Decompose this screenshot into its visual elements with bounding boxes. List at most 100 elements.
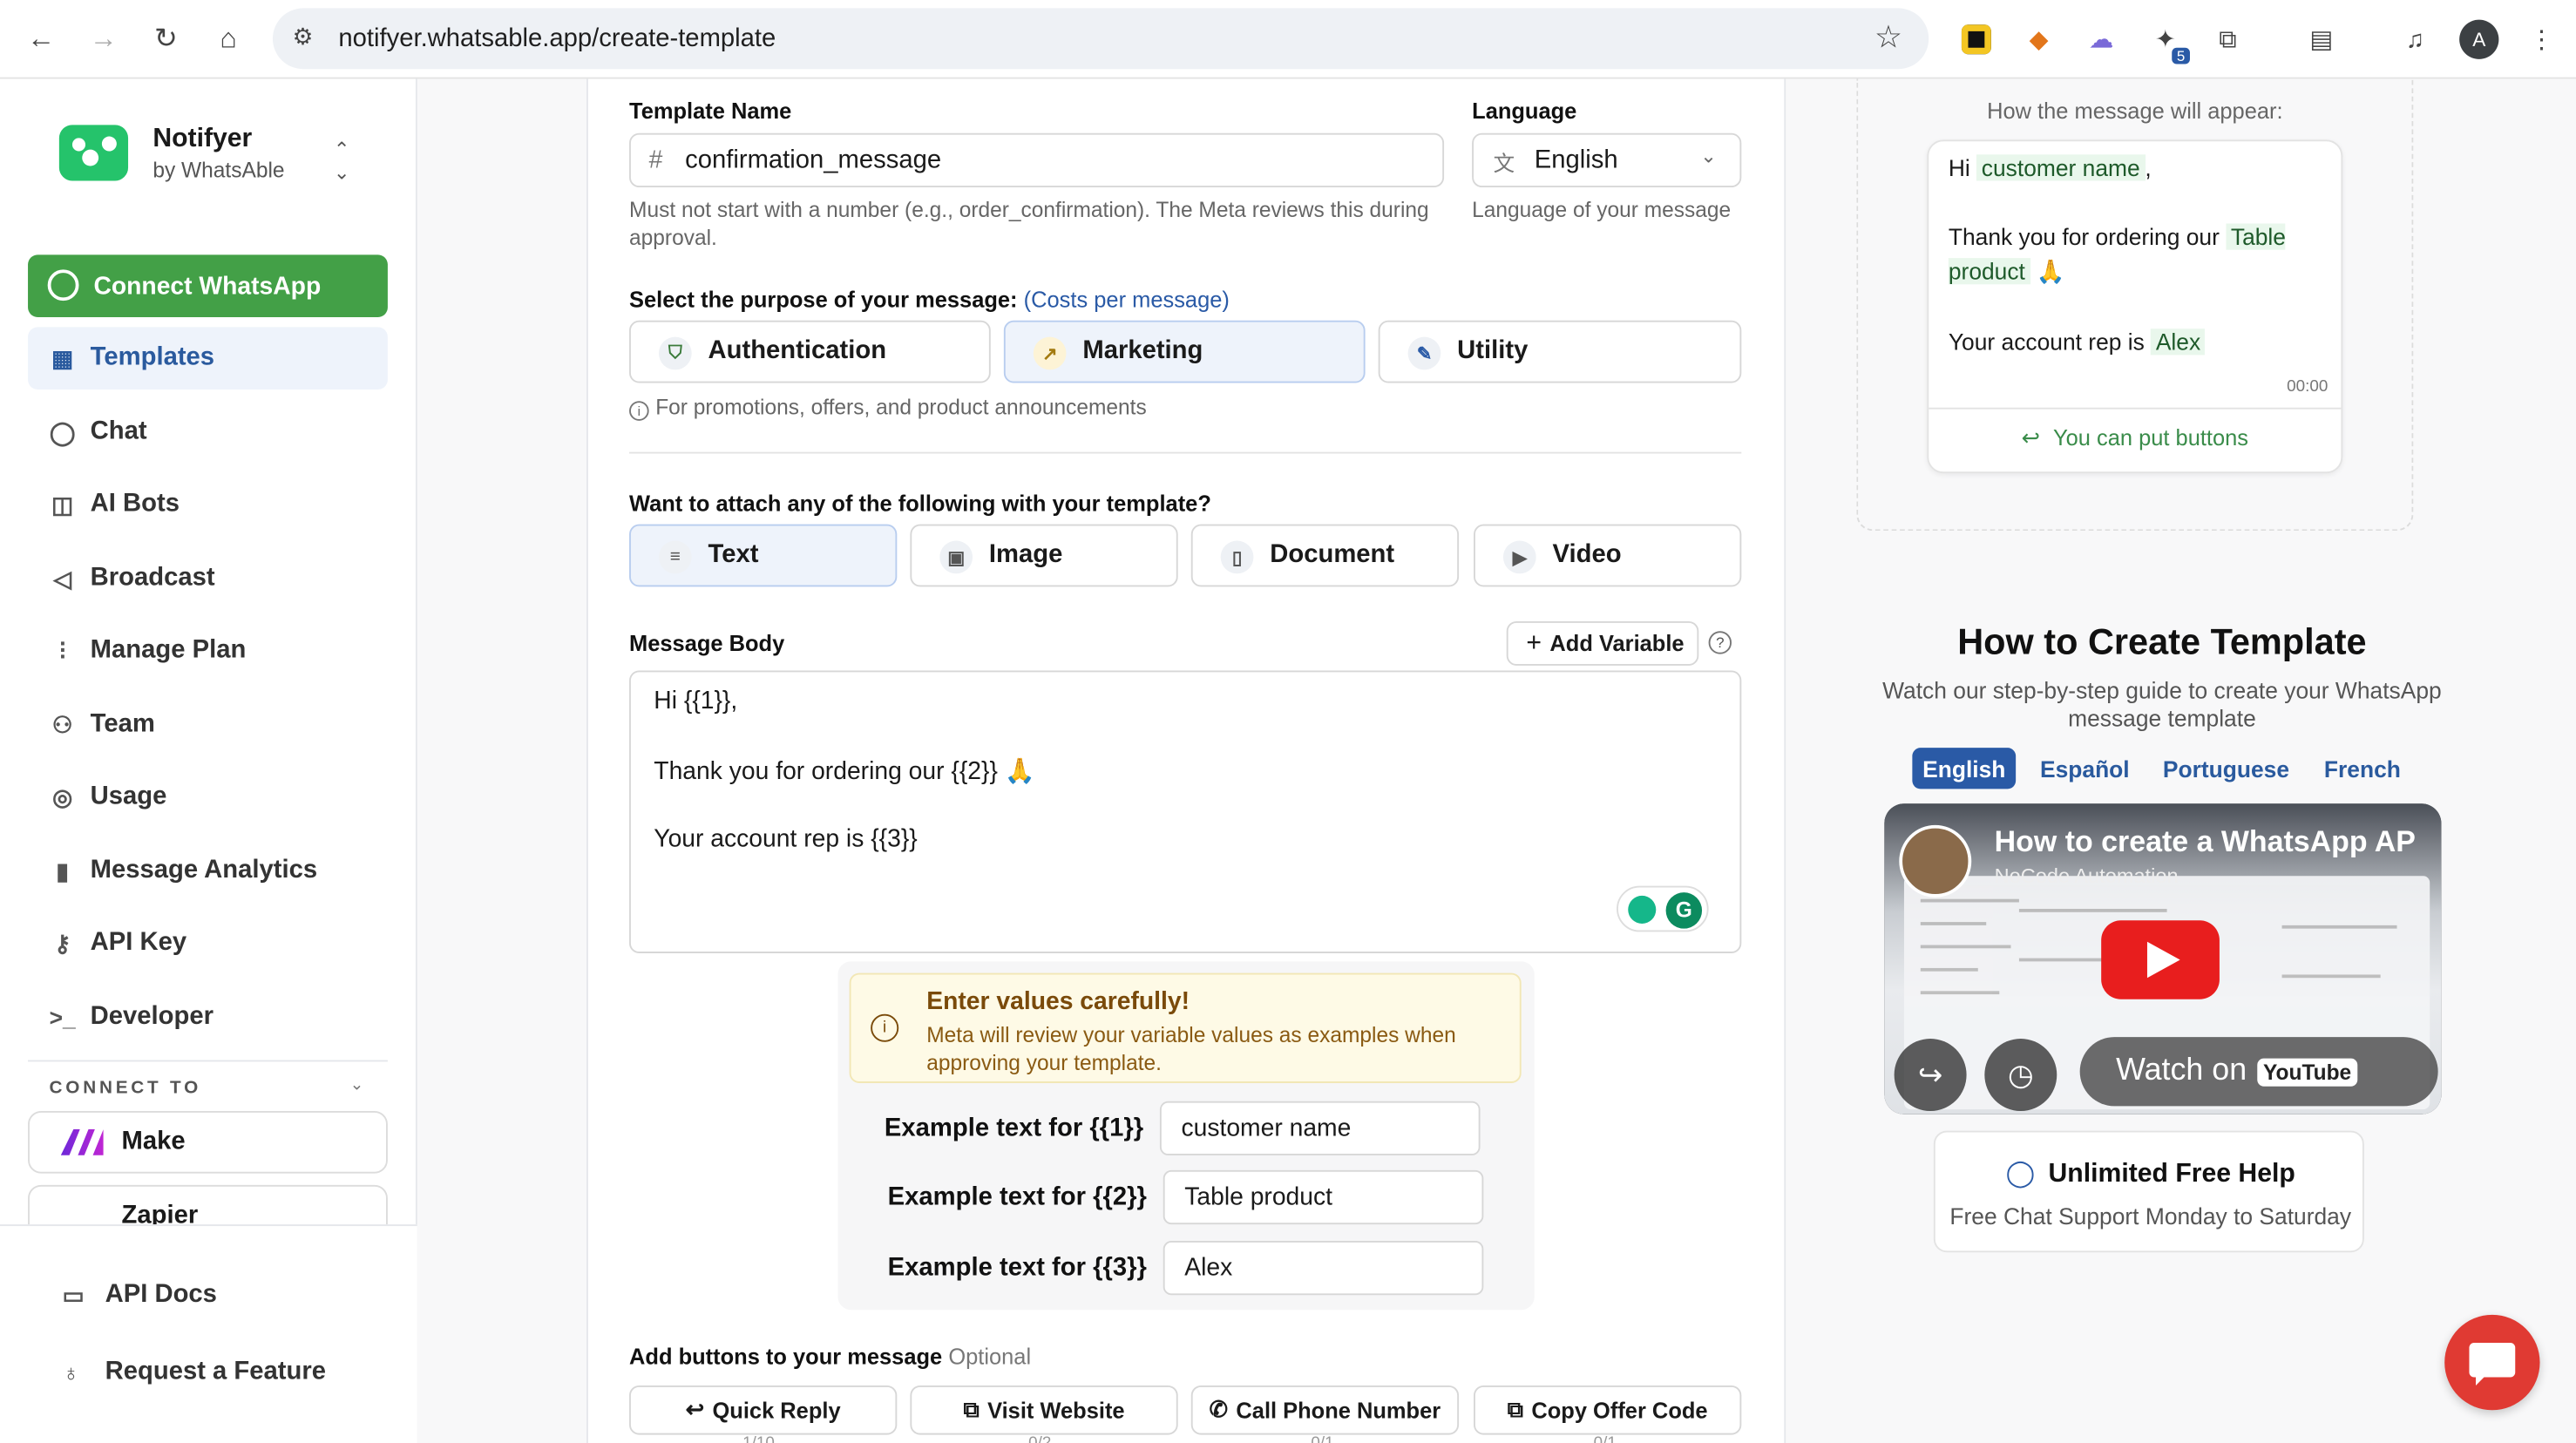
reply-icon: ↩ [685, 1397, 705, 1422]
button-label: Visit Website [987, 1398, 1125, 1423]
visit-website-button[interactable]: ⧉ Visit Website [910, 1385, 1178, 1435]
language-select[interactable]: 文 English ⌄ [1472, 132, 1742, 188]
button-label: Quick Reply [712, 1398, 841, 1423]
help-question-icon[interactable]: ? [1708, 631, 1732, 654]
reload-icon[interactable]: ↻ [146, 20, 186, 59]
sidebar-item-label: Chat [90, 417, 147, 446]
workspace-switch-icon[interactable]: ⌃ ⌄ [334, 138, 350, 184]
sidebar-item-label: AI Bots [90, 490, 180, 518]
example-label-3: Example text for {{3}} [887, 1254, 1147, 1283]
address-bar[interactable]: ⚙ notifyer.whatsable.app/create-template… [272, 8, 1929, 70]
preview-var: Alex [2151, 329, 2206, 356]
add-variable-button[interactable]: + Add Variable [1506, 620, 1699, 666]
example-input-3[interactable]: Alex [1163, 1241, 1484, 1296]
attach-label: Want to attach any of the following with… [629, 491, 1211, 517]
integration-label: Make [121, 1127, 186, 1155]
connect-whatsapp-button[interactable]: Connect WhatsApp [28, 254, 388, 318]
phone-icon: ✆ [1209, 1397, 1228, 1422]
attach-label-text: Document [1270, 540, 1395, 569]
lang-tab-espanol[interactable]: Español [2030, 748, 2139, 789]
preview-greeting: Hi [1948, 154, 1970, 181]
attach-text[interactable]: ≡ Text [629, 524, 898, 587]
make-logo-icon [60, 1128, 104, 1155]
sidebar-item-broadcast[interactable]: ◁ Broadcast [28, 547, 388, 610]
sidebar-item-developer[interactable]: >_ Developer [28, 986, 388, 1049]
body-line: Thank you for ordering our {{2}} 🙏 [654, 757, 1035, 786]
brand-name: Notifyer [153, 125, 253, 153]
sidebar-item-ai-bots[interactable]: ◫ AI Bots [28, 473, 388, 536]
example-input-1[interactable]: customer name [1159, 1101, 1481, 1155]
sidebar-item-usage[interactable]: ◎ Usage [28, 766, 388, 829]
copy-icon: ⧉ [1507, 1397, 1523, 1422]
purpose-label: Utility [1457, 336, 1529, 365]
sidebar-item-team[interactable]: ⚇ Team [28, 694, 388, 756]
watch-on-youtube-button[interactable]: Watch on YouTube [2079, 1037, 2438, 1107]
copy-offer-code-button[interactable]: ⧉ Copy Offer Code [1474, 1385, 1742, 1435]
purpose-authentication[interactable]: ⛉ Authentication [629, 320, 991, 383]
buttons-label-text: Add buttons to your message [629, 1344, 943, 1370]
extension-icon[interactable] [1956, 20, 1996, 59]
chevron-down-icon[interactable]: ⌄ [350, 1076, 364, 1094]
share-icon[interactable]: ↪ [1894, 1039, 1967, 1112]
reading-list-icon[interactable]: ▤ [2301, 20, 2341, 59]
api-docs-link[interactable]: ▭ API Docs [63, 1280, 217, 1310]
whatsapp-icon [47, 269, 79, 301]
request-feature-link[interactable]: ♁ Request a Feature [63, 1358, 326, 1387]
bot-icon: ◫ [51, 491, 74, 518]
media-control-icon[interactable]: ♫ [2396, 20, 2435, 59]
sidebar-item-label: Developer [90, 1002, 214, 1031]
example-label-2: Example text for {{2}} [887, 1182, 1147, 1212]
integration-make[interactable]: Make [28, 1111, 388, 1174]
puzzle-icon[interactable]: ⧉ [2208, 20, 2247, 59]
optional-tag: Optional [948, 1344, 1032, 1370]
example-input-2[interactable]: Table product [1163, 1169, 1484, 1225]
lightbulb-icon: ♁ [62, 1358, 80, 1385]
free-help-card[interactable]: ◯ Unlimited Free Help Free Chat Support M… [1933, 1130, 2364, 1253]
purpose-label-text: Select the purpose of your message: [629, 288, 1018, 313]
costs-per-message-link[interactable]: (Costs per message) [1024, 288, 1230, 312]
home-icon[interactable]: ⌂ [208, 20, 247, 59]
bookmark-star-icon[interactable]: ☆ [1874, 20, 1902, 58]
sliders-icon: ⫶ [59, 636, 65, 664]
key-icon: ⚷ [53, 929, 71, 956]
attach-document[interactable]: ▯ Document [1190, 524, 1460, 587]
sidebar-item-label: Usage [90, 782, 167, 810]
sidebar-item-api-key[interactable]: ⚷ API Key [28, 912, 388, 975]
menu-dots-icon[interactable]: ⋮ [2522, 20, 2561, 59]
quick-reply-button[interactable]: ↩ Quick Reply [629, 1385, 898, 1435]
sidebar-item-chat[interactable]: ◯ Chat [28, 401, 388, 464]
call-phone-button[interactable]: ✆ Call Phone Number [1190, 1385, 1460, 1435]
forward-icon[interactable]: → [84, 20, 123, 59]
template-name-input[interactable]: # confirmation_message [629, 132, 1445, 188]
preview-button-text: You can put buttons [2052, 425, 2249, 451]
tutorial-video[interactable]: How to create a WhatsApp AP NoCode Autom… [1884, 803, 2442, 1114]
template-name-label: Template Name [629, 98, 792, 124]
message-body-textarea[interactable]: Hi {{1}}, Thank you for ordering our {{2… [629, 670, 1742, 953]
purpose-marketing[interactable]: ↗ Marketing [1003, 320, 1366, 383]
extension-icon[interactable]: ☁ [2082, 20, 2121, 59]
attach-label-text: Text [708, 540, 759, 569]
lang-tab-english[interactable]: English [1912, 748, 2017, 789]
metamask-icon[interactable]: ◆ [2019, 20, 2058, 59]
sidebar-item-manage-plan[interactable]: ⫶ Manage Plan [28, 620, 388, 682]
purpose-utility[interactable]: ✎ Utility [1378, 320, 1742, 383]
support-chat-launcher-icon[interactable] [2444, 1314, 2540, 1411]
url-text: notifyer.whatsable.app/create-template [338, 24, 776, 53]
attach-image[interactable]: ▣ Image [910, 524, 1178, 587]
terminal-icon: >_ [49, 1004, 76, 1031]
sidebar-item-templates[interactable]: ▦ Templates [28, 327, 388, 390]
sidebar-item-message-analytics[interactable]: ▮ Message Analytics [28, 840, 388, 903]
extension-icon[interactable]: ✦ 5 [2146, 20, 2190, 64]
attach-video[interactable]: ▶ Video [1474, 524, 1742, 587]
youtube-play-icon[interactable] [2101, 920, 2220, 999]
video-title: How to create a WhatsApp AP [1994, 824, 2416, 858]
lang-tab-french[interactable]: French [2313, 748, 2411, 789]
sidebar-item-label: Message Analytics [90, 856, 318, 884]
watch-later-icon[interactable]: ◷ [1984, 1039, 2057, 1112]
profile-avatar[interactable]: A [2459, 19, 2499, 59]
site-settings-icon[interactable]: ⚙ [293, 23, 314, 51]
lang-tab-portuguese[interactable]: Portuguese [2154, 748, 2299, 789]
back-icon[interactable]: ← [22, 20, 61, 59]
pray-emoji: 🙏 [2036, 258, 2065, 285]
grammarly-widget[interactable]: G [1617, 885, 1709, 932]
